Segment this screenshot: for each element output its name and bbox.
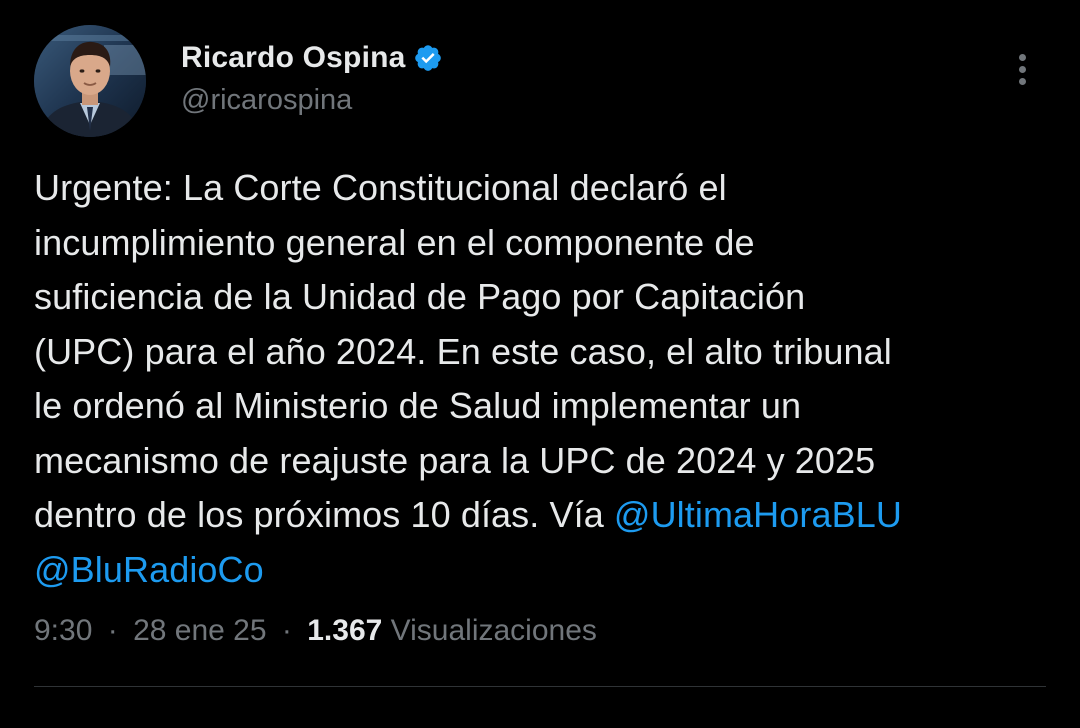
tweet-text-line: Urgente: La Corte Constitucional declaró… bbox=[34, 167, 727, 208]
meta-separator: · bbox=[107, 614, 118, 647]
tweet-text-line: suficiencia de la Unidad de Pago por Cap… bbox=[34, 276, 806, 317]
tweet-text: Urgente: La Corte Constitucional declaró… bbox=[34, 161, 1034, 597]
tweet-date[interactable]: 28 ene 25 bbox=[133, 614, 266, 647]
views-label: Visualizaciones bbox=[390, 614, 597, 647]
tweet-text-line-last: dentro de los próximos 10 días. Vía @Ult… bbox=[34, 488, 1034, 543]
tweet-time[interactable]: 9:30 bbox=[34, 614, 92, 647]
author-display-name[interactable]: Ricardo Ospina bbox=[181, 41, 406, 75]
tweet-meta: 9:30 · 28 ene 25 · 1.367 Visualizaciones bbox=[34, 610, 597, 652]
meta-separator: · bbox=[281, 614, 292, 647]
more-options-icon[interactable] bbox=[1006, 50, 1042, 90]
mention-link-ultimahorablu[interactable]: @UltimaHoraBLU bbox=[614, 494, 902, 535]
tweet-text-segment: dentro de los próximos 10 días. Vía bbox=[34, 494, 614, 535]
tweet-text-line: incumplimiento general en el componente … bbox=[34, 221, 755, 263]
tweet-text-line: le ordenó al Ministerio de Salud impleme… bbox=[34, 385, 802, 426]
author-info: Ricardo Ospina @ricarospina bbox=[181, 38, 443, 117]
avatar[interactable] bbox=[34, 25, 146, 137]
author-name-row: Ricardo Ospina bbox=[181, 38, 443, 78]
views-count: 1.367 bbox=[307, 614, 383, 647]
tweet-text-line: (UPC) para el año 2024. En este caso, el… bbox=[34, 330, 892, 372]
tweet-card: Ricardo Ospina @ricarospina Urgente: La … bbox=[0, 0, 1080, 728]
divider bbox=[34, 686, 1046, 687]
author-handle[interactable]: @ricarospina bbox=[181, 84, 443, 117]
mention-link-bluradioco[interactable]: @BluRadioCo bbox=[34, 549, 264, 590]
avatar-photo bbox=[34, 25, 146, 137]
tweet-text-line: @BluRadioCo bbox=[34, 543, 1034, 598]
verified-badge-icon bbox=[413, 43, 443, 73]
tweet-text-line: mecanismo de reajuste para la UPC de 202… bbox=[34, 439, 876, 481]
